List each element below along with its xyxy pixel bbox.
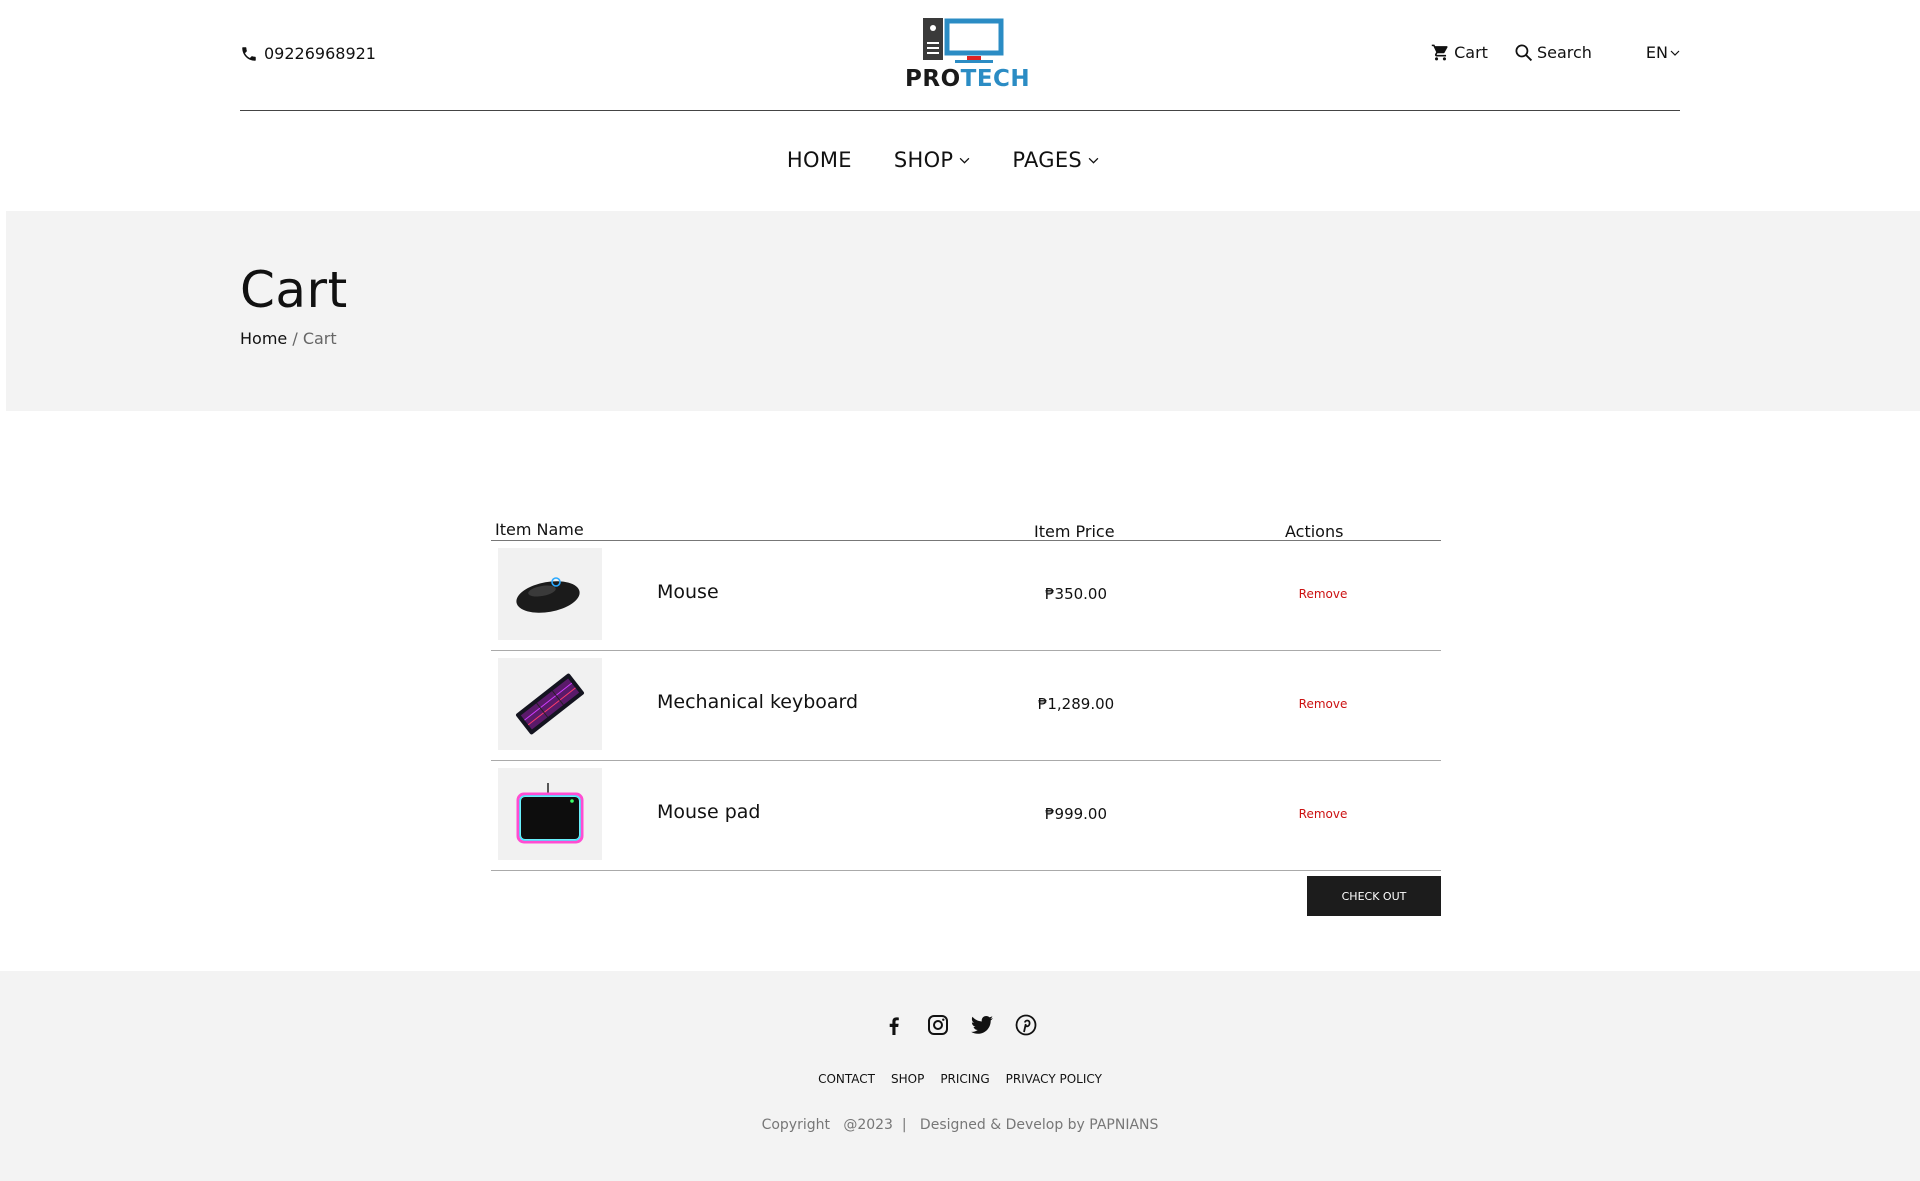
search-icon — [1515, 44, 1533, 62]
search-label: Search — [1536, 43, 1592, 62]
column-item-price: Item Price — [1034, 522, 1115, 541]
header-tools: Cart Search EN — [1431, 43, 1680, 62]
phone-icon — [242, 46, 256, 61]
facebook-icon — [889, 1017, 899, 1035]
twitter-link[interactable] — [970, 1013, 994, 1037]
footer-link-shop[interactable]: SHOP — [891, 1072, 924, 1086]
search-button[interactable]: Search — [1514, 43, 1592, 62]
main-nav: HOME SHOP PAGES — [0, 148, 1920, 172]
language-label: EN — [1645, 43, 1668, 62]
chevron-down-icon — [959, 157, 970, 164]
item-name: Mechanical keyboard — [657, 691, 859, 713]
logo-wordmark: PROTECH — [905, 66, 1030, 92]
cart-icon — [1431, 44, 1448, 61]
table-row: Mouse pad ₱999.00 Remove — [491, 761, 1441, 871]
pinterest-link[interactable] — [1014, 1013, 1038, 1037]
nav-shop[interactable]: SHOP — [894, 148, 971, 172]
logo-tech-text: TECH — [960, 66, 1031, 92]
footer-link-privacy-policy[interactable]: PRIVACY POLICY — [1006, 1072, 1102, 1086]
social-links — [0, 1013, 1920, 1037]
nav-shop-label: SHOP — [893, 148, 954, 172]
checkout-button[interactable]: CHECK OUT — [1307, 876, 1441, 916]
phone-contact[interactable]: 09226968921 — [240, 44, 376, 63]
item-name: Mouse pad — [657, 801, 761, 823]
page-banner: Cart Home / Cart — [6, 211, 1920, 411]
chevron-down-icon — [1670, 50, 1680, 56]
footer-link-contact[interactable]: CONTACT — [818, 1072, 875, 1086]
site-header: 09226968921 PROTECH Cart Search EN HOME … — [0, 0, 1920, 212]
nav-home[interactable]: HOME — [787, 148, 852, 172]
keyboard-image — [516, 673, 584, 735]
facebook-link[interactable] — [882, 1013, 906, 1037]
breadcrumb-separator: / — [292, 329, 298, 348]
product-thumbnail[interactable] — [498, 548, 602, 640]
copyright-text: Copyright @2023 | Designed & Develop by … — [761, 1117, 1159, 1133]
twitter-icon — [971, 1016, 993, 1034]
column-item-name: Item Name — [495, 520, 584, 539]
chevron-down-icon — [1088, 157, 1099, 164]
pinterest-icon — [1015, 1014, 1037, 1036]
mouse-image — [516, 577, 580, 613]
instagram-link[interactable] — [926, 1013, 950, 1037]
item-price: ₱999.00 — [1044, 805, 1108, 823]
table-row: Mouse ₱350.00 Remove — [491, 541, 1441, 651]
footer-links: CONTACT SHOP PRICING PRIVACY POLICY — [0, 1072, 1920, 1086]
remove-button[interactable]: Remove — [1273, 697, 1373, 711]
page-title: Cart — [240, 261, 348, 319]
breadcrumb-current: Cart — [302, 329, 337, 348]
product-thumbnail[interactable] — [498, 768, 602, 860]
cart-label: Cart — [1454, 43, 1488, 62]
language-selector[interactable]: EN — [1646, 43, 1680, 62]
nav-pages[interactable]: PAGES — [1012, 148, 1099, 172]
column-actions: Actions — [1285, 522, 1344, 541]
logo-pro-text: PRO — [905, 66, 961, 92]
breadcrumb-home[interactable]: Home — [240, 329, 287, 348]
mousepad-image — [516, 783, 584, 844]
remove-button[interactable]: Remove — [1273, 587, 1373, 601]
product-thumbnail[interactable] — [498, 658, 602, 750]
breadcrumb: Home / Cart — [240, 329, 337, 348]
instagram-icon — [928, 1015, 948, 1035]
item-name: Mouse — [657, 581, 719, 603]
computer-logo-icon — [923, 18, 1004, 63]
cart-table: Item Name Item Price Actions Mouse ₱350.… — [491, 518, 1441, 916]
site-footer: CONTACT SHOP PRICING PRIVACY POLICY Copy… — [0, 971, 1920, 1181]
item-price: ₱1,289.00 — [1037, 695, 1115, 713]
phone-number: 09226968921 — [264, 44, 376, 63]
table-row: Mechanical keyboard ₱1,289.00 Remove — [491, 651, 1441, 761]
footer-link-pricing[interactable]: PRICING — [940, 1072, 989, 1086]
item-price: ₱350.00 — [1044, 585, 1108, 603]
cart-button[interactable]: Cart — [1431, 43, 1488, 62]
remove-button[interactable]: Remove — [1273, 807, 1373, 821]
nav-home-label: HOME — [786, 148, 852, 172]
table-header: Item Name Item Price Actions — [491, 518, 1441, 541]
header-divider — [240, 110, 1680, 111]
nav-pages-label: PAGES — [1012, 148, 1083, 172]
protech-logo[interactable]: PROTECH — [905, 16, 1030, 94]
